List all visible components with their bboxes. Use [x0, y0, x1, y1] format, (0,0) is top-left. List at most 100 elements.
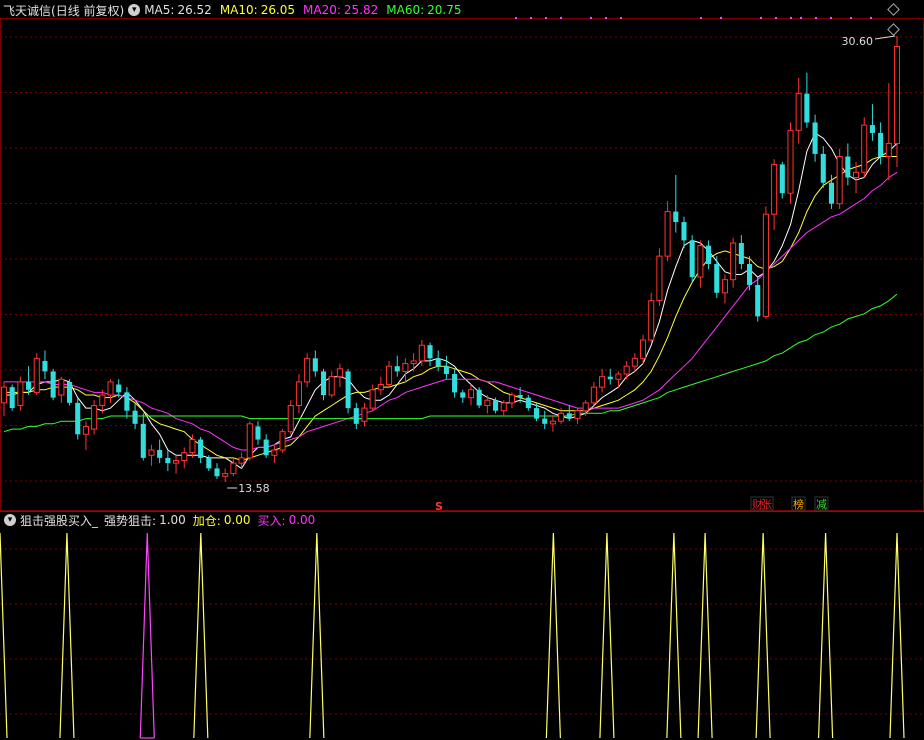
candle-body-down — [124, 392, 130, 411]
event-dot — [800, 17, 802, 19]
candle-body-down — [214, 468, 220, 477]
candle-body-up — [328, 376, 335, 396]
event-dot — [590, 17, 592, 19]
candle-body-up — [631, 357, 638, 367]
candle-body-down — [116, 384, 122, 393]
chart-canvas[interactable]: 30.6013.58S 财张榜减 — [0, 0, 924, 740]
event-dot — [620, 17, 622, 19]
event-dot — [815, 17, 817, 19]
candle-body-down — [50, 371, 56, 398]
candle-body-up — [549, 420, 556, 425]
signal-spike-strong — [697, 532, 713, 739]
candle-body-down — [869, 125, 875, 133]
event-dot — [560, 17, 562, 19]
event-dot — [760, 17, 762, 19]
candle-body-up — [648, 300, 655, 341]
candle-body-up — [386, 365, 393, 386]
candle-body-up — [377, 384, 384, 391]
candle-body-up — [730, 242, 737, 281]
event-dot — [605, 17, 607, 19]
candle-body-up — [279, 431, 286, 451]
event-dot — [515, 17, 517, 19]
candle-body-up — [91, 404, 98, 430]
candle-body-down — [517, 395, 523, 398]
candle-body-down — [828, 182, 834, 204]
event-dot — [530, 17, 532, 19]
candle-body-up — [173, 460, 180, 464]
candle-body-down — [132, 410, 138, 424]
candle-body-up — [574, 410, 581, 420]
candle-body-down — [746, 263, 753, 285]
candle-body-up — [287, 404, 294, 433]
tag-zhang: 张 — [761, 498, 772, 511]
candle-body-down — [435, 358, 441, 367]
candle-body-up — [33, 357, 40, 393]
candle-body-down — [9, 387, 15, 409]
candle-body-down — [157, 450, 163, 458]
signal-spike-add — [139, 532, 155, 739]
candle-body-up — [82, 425, 89, 435]
candle-body-up — [230, 462, 237, 475]
candle-body-down — [255, 426, 261, 440]
candle-body-down — [779, 164, 785, 194]
signal-spike-strong — [817, 532, 834, 739]
candle-body-down — [460, 392, 466, 398]
candle-body-down — [320, 371, 327, 396]
candle-body-up — [17, 381, 24, 406]
candle-body-down — [689, 240, 695, 278]
candle-body-down — [607, 376, 613, 380]
candle-body-up — [664, 211, 671, 257]
candle-body-up — [590, 386, 597, 404]
candle-body-up — [582, 402, 589, 412]
candle-body-up — [500, 402, 507, 412]
candle-body-up — [304, 357, 311, 383]
candle-body-up — [861, 124, 868, 173]
candle-body-down — [755, 284, 761, 317]
event-dot — [720, 17, 722, 19]
candle-body-up — [615, 373, 622, 380]
candle-body-up — [295, 381, 302, 406]
candle-body-up — [558, 412, 565, 422]
candle-body-down — [312, 358, 318, 372]
candle-body-up — [361, 407, 368, 422]
candle-body-down — [542, 418, 548, 424]
candle-body-up — [271, 449, 278, 456]
candle-body-down — [443, 366, 449, 375]
candle-body-up — [885, 142, 892, 158]
candle-body-down — [75, 402, 81, 435]
candle-body-up — [107, 381, 114, 396]
candle-body-down — [525, 397, 531, 409]
candle-body-down — [878, 132, 884, 157]
chart-root: 飞天诚信 (日线 前复权) ▾ MA5: 26.52 MA10: 26.05 M… — [0, 0, 924, 740]
signal-spike-strong — [309, 532, 325, 739]
signal-spike-strong — [666, 532, 682, 739]
candle-body-down — [67, 381, 73, 403]
candle-body-up — [795, 93, 802, 131]
candle-body-down — [804, 93, 810, 123]
candle-body-down — [820, 153, 826, 183]
event-dot — [790, 17, 792, 19]
candle-body-up — [508, 394, 515, 404]
candle-body-up — [246, 423, 253, 459]
candle-body-up — [852, 171, 860, 179]
candle-body-down — [714, 263, 720, 293]
candle-body-up — [697, 245, 704, 278]
candle-body-down — [452, 374, 458, 393]
candle-body-down — [681, 222, 687, 241]
candle-body-down — [353, 408, 359, 424]
candle-body-up — [787, 129, 794, 194]
event-dot — [830, 17, 832, 19]
event-dot — [870, 17, 872, 19]
candle-body-down — [673, 211, 679, 223]
candle-body-up — [0, 386, 8, 404]
signal-spike-strong — [889, 532, 905, 739]
candle-body-down — [812, 122, 818, 154]
candle-body-down — [263, 439, 269, 456]
candle-body-up — [623, 365, 630, 375]
candle-body-down — [42, 360, 48, 372]
candle-body-up — [402, 363, 409, 372]
candle-body-down — [427, 345, 433, 359]
candle-body-down — [706, 245, 712, 264]
candle-body-up — [771, 163, 778, 215]
candle-body-down — [738, 243, 744, 264]
